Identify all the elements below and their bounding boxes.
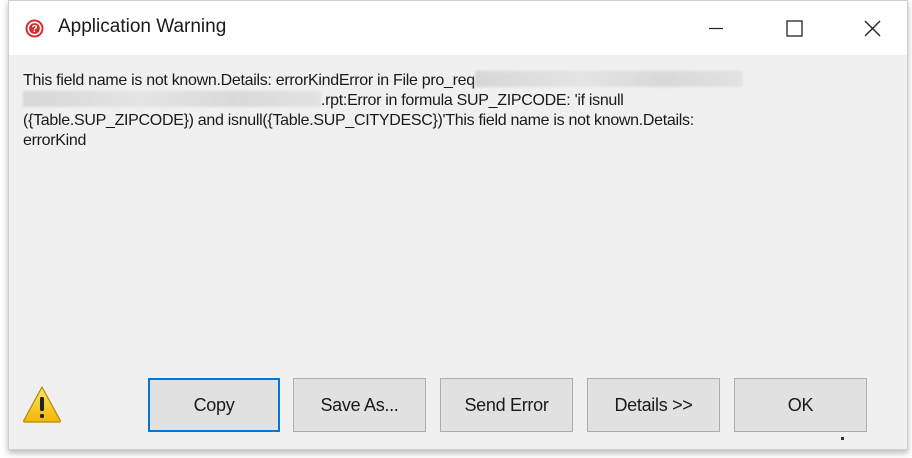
message-text: This field name is not known.Details: er…: [23, 72, 475, 89]
error-help-icon: ?: [25, 19, 44, 38]
message-line: .rpt:Error in formula SUP_ZIPCODE: 'if i…: [23, 91, 624, 111]
warning-triangle-icon: [22, 385, 62, 423]
copy-button[interactable]: Copy: [148, 378, 280, 432]
svg-text:?: ?: [31, 24, 37, 35]
send-error-button[interactable]: Send Error: [440, 378, 573, 432]
details-button[interactable]: Details >>: [587, 378, 720, 432]
message-text: errorKind: [23, 132, 87, 149]
message-text: .rpt:Error in formula SUP_ZIPCODE: 'if i…: [321, 92, 624, 109]
minimize-icon: [708, 20, 724, 36]
redacted-text: [23, 91, 321, 107]
message-line: This field name is not known.Details: er…: [23, 71, 743, 91]
close-button[interactable]: [841, 1, 903, 55]
message-text: ({Table.SUP_ZIPCODE}) and isnull({Table.…: [23, 112, 694, 129]
resize-grip[interactable]: [841, 437, 844, 440]
minimize-button[interactable]: [685, 1, 747, 55]
close-icon: [864, 20, 881, 37]
message-line: errorKind: [23, 131, 86, 151]
title-bar[interactable]: ? Application Warning: [9, 1, 907, 55]
window-title: Application Warning: [58, 16, 227, 37]
maximize-icon: [785, 19, 803, 37]
ok-button[interactable]: OK: [734, 378, 867, 432]
maximize-button[interactable]: [763, 1, 825, 55]
message-line: ({Table.SUP_ZIPCODE}) and isnull({Table.…: [23, 111, 694, 131]
save-as-button[interactable]: Save As...: [293, 378, 426, 432]
redacted-text: [474, 71, 743, 87]
application-warning-dialog: ? Application Warning This field name is…: [8, 0, 908, 450]
